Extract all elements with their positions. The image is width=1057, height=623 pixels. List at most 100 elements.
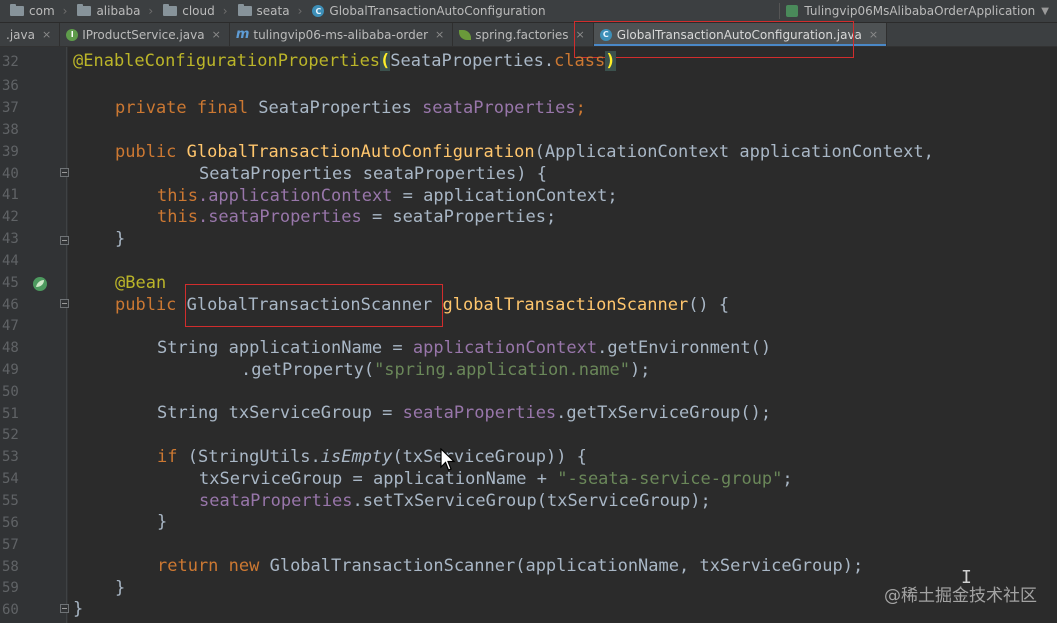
line-number: 45 — [2, 275, 19, 291]
keyword: this — [157, 186, 198, 206]
line-number: 60 — [2, 602, 19, 618]
field: applicationContext — [412, 338, 598, 358]
code-line-56: } — [157, 511, 167, 533]
code-text: } — [115, 578, 126, 598]
code-line-37: private final SeataProperties seataPrope… — [115, 97, 586, 119]
code-line-39: public GlobalTransactionAutoConfiguratio… — [115, 141, 934, 163]
breadcrumb-separator: › — [222, 4, 228, 18]
code-line-41: this.applicationContext = applicationCon… — [157, 185, 618, 207]
breadcrumb-separator: › — [297, 4, 303, 18]
keyword: if — [157, 447, 188, 467]
line-number: 36 — [2, 78, 19, 94]
maven-icon: m — [235, 27, 250, 42]
watermark: @稀土掘金技术社区 — [884, 586, 1037, 606]
code-text: (ApplicationContext applicationContext, — [534, 142, 934, 162]
keyword: this — [157, 207, 198, 227]
code-text: .getProperty( — [241, 360, 375, 380]
keyword: return new — [157, 556, 270, 576]
line-number: 56 — [2, 515, 19, 531]
line-number: 41 — [2, 187, 19, 203]
code-text: .getTxServiceGroup(); — [556, 403, 772, 423]
code-text: () { — [688, 295, 730, 315]
close-icon[interactable]: × — [576, 28, 585, 41]
line-number: 42 — [2, 209, 19, 225]
line-number: 38 — [2, 122, 19, 138]
navigation-bar: com › alibaba › cloud › seata › C Global… — [0, 0, 1057, 23]
spring-leaf-icon — [459, 29, 472, 40]
code-line-55: seataProperties.setTxServiceGroup(txServ… — [199, 490, 711, 512]
close-icon[interactable]: × — [869, 28, 878, 41]
folder-icon — [10, 4, 24, 16]
tab-label: IProductService.java — [82, 27, 205, 42]
code-text: } — [157, 512, 168, 532]
breadcrumb-separator: › — [148, 4, 154, 18]
spring-bean-icon[interactable] — [32, 276, 48, 292]
code-line-60: } — [73, 598, 83, 620]
run-configuration-selector[interactable]: Tulingvip06MsAlibabaOrderApplication ▼ — [773, 0, 1057, 22]
run-configuration-label: Tulingvip06MsAlibabaOrderApplication — [804, 4, 1036, 18]
fold-marker[interactable] — [60, 236, 69, 245]
breadcrumb-label: cloud — [182, 4, 215, 18]
string-literal: "-seata-service-group" — [557, 469, 783, 489]
code-text: .setTxServiceGroup(txServiceGroup); — [352, 491, 711, 511]
line-number: 59 — [2, 580, 19, 596]
breadcrumb-label: com — [29, 4, 55, 18]
tab-label: .java — [6, 27, 35, 42]
tab-java[interactable]: .java × — [0, 23, 61, 46]
tab-label: GlobalTransactionAutoConfiguration.java — [616, 27, 862, 42]
line-number: 50 — [2, 384, 19, 400]
field: seataProperties — [199, 491, 353, 511]
line-number: 39 — [2, 144, 19, 160]
breadcrumb-item-cloud[interactable]: cloud › — [163, 4, 228, 18]
code-line-59: } — [115, 577, 125, 599]
punctuation: ; — [575, 98, 586, 118]
chevron-down-icon: ▼ — [1041, 5, 1049, 17]
fold-marker[interactable] — [60, 168, 69, 177]
breadcrumb-item-seata[interactable]: seata › — [237, 4, 303, 18]
code-line-51: String txServiceGroup = seataProperties.… — [157, 402, 771, 424]
static-method: isEmpty — [320, 447, 393, 467]
string-literal: "spring.application.name" — [374, 360, 630, 380]
folder-icon — [237, 4, 252, 16]
breadcrumb-item-class[interactable]: C GlobalTransactionAutoConfiguration — [312, 4, 546, 18]
code-text: = applicationContext; — [392, 186, 618, 206]
code-text: = seataProperties; — [361, 207, 557, 227]
type-name: SeataProperties — [258, 98, 423, 118]
breadcrumb-label: alibaba — [96, 4, 141, 18]
breadcrumb-separator: › — [62, 4, 68, 18]
type-name: GlobalTransactionScanner — [186, 295, 433, 315]
code-line-43: } — [115, 228, 125, 250]
tab-maven-pom[interactable]: m tulingvip06-ms-alibaba-order × — [230, 23, 454, 46]
keyword: private final — [115, 98, 259, 118]
line-number: 51 — [2, 406, 19, 422]
code-text: ); — [629, 360, 651, 380]
breadcrumb-item-alibaba[interactable]: alibaba › — [77, 4, 153, 18]
close-icon[interactable]: × — [435, 28, 444, 41]
fold-guide — [66, 47, 67, 623]
line-number: 54 — [2, 471, 19, 487]
close-icon[interactable]: × — [212, 28, 221, 41]
tab-label: tulingvip06-ms-alibaba-order — [253, 27, 429, 42]
code-text: SeataProperties seataProperties) { — [199, 164, 547, 184]
code-line-58: return new GlobalTransactionScanner(appl… — [157, 555, 863, 577]
breadcrumb-item-com[interactable]: com › — [10, 4, 67, 18]
tab-globaltransactionautoconfiguration[interactable]: C GlobalTransactionAutoConfiguration.jav… — [593, 23, 888, 46]
constructor-name: GlobalTransactionAutoConfiguration — [186, 142, 535, 162]
code-text: } — [73, 599, 84, 619]
divider — [779, 3, 781, 19]
fold-marker[interactable] — [60, 299, 69, 308]
tab-spring-factories[interactable]: spring.factories × — [453, 23, 594, 46]
line-number: 44 — [2, 253, 19, 269]
class-icon: C — [312, 5, 325, 17]
line-number: 32 — [2, 54, 19, 70]
line-number: 37 — [2, 100, 19, 116]
close-icon[interactable]: × — [42, 28, 51, 41]
fold-marker[interactable] — [60, 604, 69, 613]
keyword: class — [554, 51, 606, 71]
code-line-42: this.seataProperties = seataProperties; — [157, 206, 556, 228]
keyword: public — [115, 142, 187, 162]
code-text: String txServiceGroup = — [157, 403, 403, 423]
line-number: 57 — [2, 537, 19, 553]
tab-iproductservice[interactable]: I IProductService.java × — [60, 23, 230, 46]
line-number: 43 — [2, 231, 19, 247]
